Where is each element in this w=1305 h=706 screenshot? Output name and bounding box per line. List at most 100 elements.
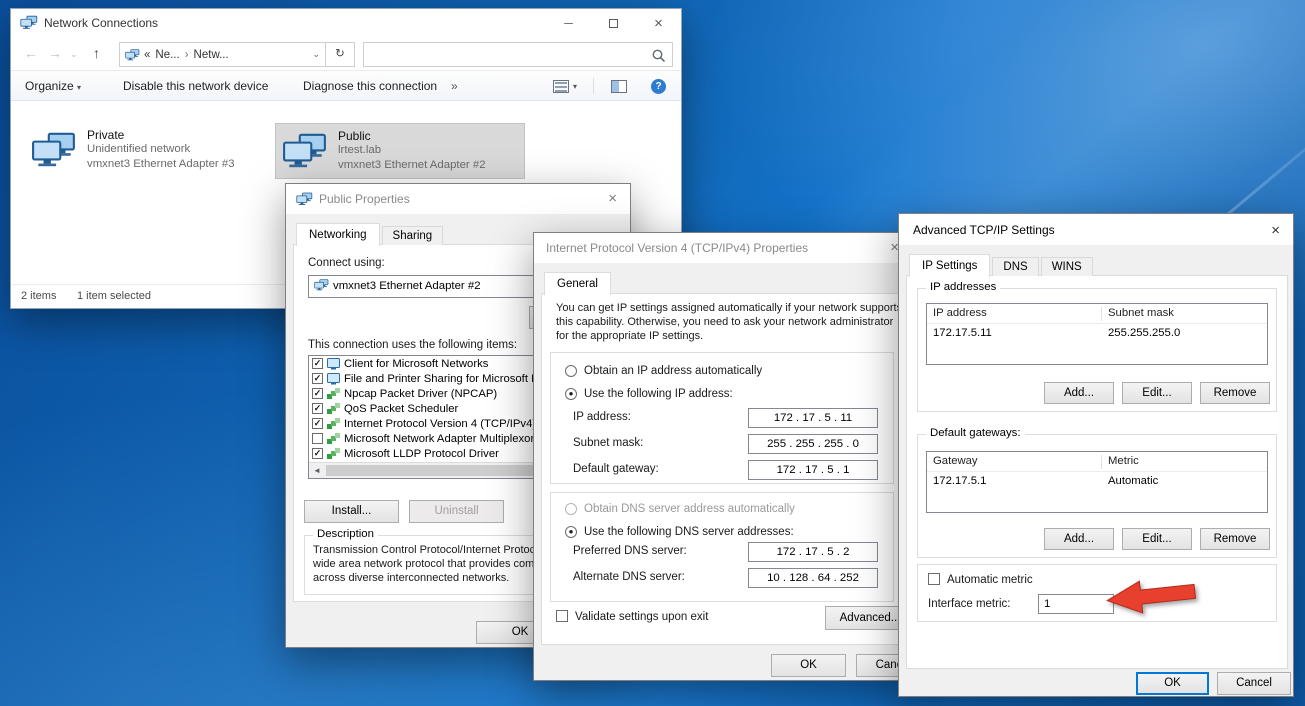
item-checkbox[interactable]: ✓ [312,358,323,369]
tab-strip: IP Settings DNS WINS [909,253,1095,276]
back-button[interactable]: ← [24,45,38,61]
diagnose-connection-button[interactable]: Diagnose this connection [303,79,437,93]
radio-use-ip-label: Use the following IP address: [584,388,733,400]
item-label: Microsoft LLDP Protocol Driver [344,448,499,460]
protocol-icon [327,433,340,445]
close-button[interactable]: × [636,9,681,38]
toolbar-separator [593,78,594,94]
ip-address-table[interactable]: IP address Subnet mask 172.17.5.11 255.2… [926,303,1268,365]
uninstall-button[interactable]: Uninstall [409,500,504,523]
ip-address-field[interactable]: 172 . 17 . 5 . 11 [748,408,878,428]
item-checkbox[interactable]: ✓ [312,418,323,429]
close-button[interactable]: × [608,189,617,209]
desktop: Network Connections ─ × ← → ⌄ ↑ « Ne... … [0,0,1305,706]
add-button[interactable]: Add... [1044,528,1114,550]
subnet-mask-field[interactable]: 255 . 255 . 255 . 0 [748,434,878,454]
edit-button[interactable]: Edit... [1122,382,1192,404]
scrollbar-thumb[interactable] [326,465,548,476]
cancel-button[interactable]: Cancel [1217,672,1291,695]
remove-button[interactable]: Remove [1200,382,1270,404]
address-bar[interactable]: « Ne... › Netw... ⌄ ↻ [119,42,355,67]
item-checkbox[interactable]: ✓ [312,373,323,384]
connect-using-label: Connect using: [308,257,385,269]
tab-ip-settings[interactable]: IP Settings [909,254,990,277]
column-header: Metric [1108,455,1139,467]
command-bar: Organize ▾ Disable this network device D… [11,71,681,101]
views-icon[interactable] [553,80,569,93]
views-caret-icon[interactable]: ▾ [573,82,577,91]
radio-obtain-ip[interactable] [565,365,577,377]
item-checkbox[interactable]: ✓ [312,388,323,399]
connection-items-label: This connection uses the following items… [308,339,517,351]
breadcrumb-crumb[interactable]: Netw... [189,49,234,61]
radio-use-dns-label: Use the following DNS server addresses: [584,526,794,538]
organize-button[interactable]: Organize ▾ [25,79,81,93]
validate-checkbox[interactable] [556,610,568,622]
alternate-dns-field[interactable]: 10 . 128 . 64 . 252 [748,568,878,588]
tab-networking[interactable]: Networking [296,223,380,246]
item-checkbox[interactable] [312,433,323,444]
intro-text: for the appropriate IP settings. [556,330,703,342]
protocol-icon [327,418,340,430]
adapter-device: vmxnet3 Ethernet Adapter #3 [87,158,235,170]
column-header: IP address [933,307,987,319]
radio-use-ip[interactable]: ● [565,388,577,400]
window-title: Network Connections [44,16,158,30]
address-dropdown-button[interactable]: ⌄ [307,49,325,60]
automatic-metric-label: Automatic metric [947,574,1033,586]
adapter-icon [314,279,329,291]
help-button[interactable]: ? [651,79,666,94]
alternate-dns-label: Alternate DNS server: [573,571,685,583]
maximize-button[interactable] [591,9,636,38]
breadcrumb-crumb[interactable]: Ne... [150,49,184,61]
adapter-icon [282,133,328,169]
sharing-icon [327,373,340,385]
default-gateway-label: Default gateway: [573,463,659,475]
item-label: Npcap Packet Driver (NPCAP) [344,388,497,400]
remove-button[interactable]: Remove [1200,528,1270,550]
automatic-metric-checkbox[interactable] [928,573,940,585]
edit-button[interactable]: Edit... [1122,528,1192,550]
toolbar-overflow-button[interactable]: » [451,79,458,93]
tab-wins[interactable]: WINS [1041,257,1093,276]
maximize-icon [609,19,618,28]
recent-locations-button[interactable]: ⌄ [70,49,78,60]
minimize-button[interactable]: ─ [546,9,591,38]
table-row[interactable]: 172.17.5.1 Automatic [927,472,1267,491]
close-button[interactable]: × [1271,221,1280,241]
ip-addresses-group: IP addresses IP address Subnet mask 172.… [917,288,1277,412]
navigation-bar: ← → ⌄ ↑ « Ne... › Netw... ⌄ ↻ [11,38,681,71]
table-row[interactable]: 172.17.5.11 255.255.255.0 [927,324,1267,343]
radio-obtain-dns[interactable] [565,503,577,515]
selection-count: 1 item selected [77,290,151,302]
table-header: Gateway Metric [927,452,1267,472]
title-bar: Public Properties × [286,184,630,214]
ok-button[interactable]: OK [1136,672,1209,695]
tab-dns[interactable]: DNS [992,257,1038,276]
add-button[interactable]: Add... [1044,382,1114,404]
up-button[interactable]: ↑ [93,45,100,61]
tab-general[interactable]: General [544,272,611,295]
item-checkbox[interactable]: ✓ [312,403,323,414]
advanced-tcpip-dialog: Advanced TCP/IP Settings × IP Settings D… [898,213,1294,697]
disable-device-button[interactable]: Disable this network device [123,79,268,93]
adapter-item-private[interactable]: Private Unidentified network vmxnet3 Eth… [25,123,275,179]
adapter-item-public[interactable]: Public lrtest.lab vmxnet3 Ethernet Adapt… [275,123,525,179]
default-gateway-field[interactable]: 172 . 17 . 5 . 1 [748,460,878,480]
item-checkbox[interactable]: ✓ [312,448,323,459]
caret-down-icon: ▾ [77,83,81,92]
radio-use-dns[interactable]: ● [565,526,577,538]
gateway-table[interactable]: Gateway Metric 172.17.5.1 Automatic [926,451,1268,513]
forward-button[interactable]: → [48,45,62,61]
preferred-dns-field[interactable]: 172 . 17 . 5 . 2 [748,542,878,562]
item-label: Microsoft Network Adapter Multiplexor Pr… [344,433,555,445]
tab-sharing[interactable]: Sharing [382,226,444,245]
search-input[interactable] [370,45,646,64]
refresh-button[interactable]: ↻ [325,43,354,66]
preview-pane-icon[interactable] [611,80,627,93]
ip-settings-tab-page: IP addresses IP address Subnet mask 172.… [906,275,1288,669]
ok-button[interactable]: OK [771,654,846,677]
item-label: Internet Protocol Version 4 (TCP/IPv4) [344,418,536,430]
install-button[interactable]: Install... [304,500,399,523]
scroll-left-button[interactable]: ◄ [309,463,325,478]
